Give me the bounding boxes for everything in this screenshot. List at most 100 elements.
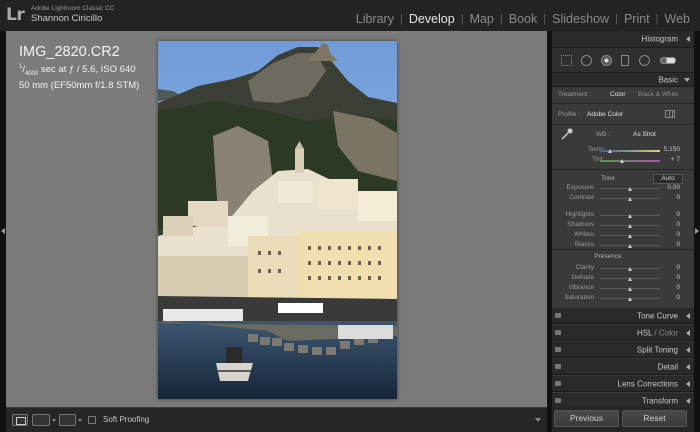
treatment-bw[interactable]: Black & White <box>638 91 678 98</box>
tone-curve-header[interactable]: Tone Curve <box>552 308 694 324</box>
module-map[interactable]: Map <box>464 12 500 26</box>
divider <box>552 169 694 170</box>
divider <box>552 103 694 104</box>
right-panel-toggle-icon[interactable] <box>695 228 699 234</box>
exposure-label: Exposure <box>566 184 594 191</box>
profile-browser-icon[interactable] <box>665 110 675 118</box>
panel-switch-icon[interactable] <box>555 329 561 335</box>
profile-dropdown[interactable]: Adobe Color <box>587 111 623 118</box>
hsl-title: HSL / Color <box>636 328 678 337</box>
red-eye-icon[interactable] <box>601 55 612 66</box>
saturation-slider-thumb[interactable] <box>627 297 632 301</box>
profile-label: Profile : <box>558 111 581 118</box>
vibrance-value[interactable]: 0 <box>676 284 680 291</box>
highlights-value[interactable]: 0 <box>676 211 680 218</box>
compare-menu-chevron-down-icon[interactable] <box>52 419 56 422</box>
panel-switch-icon[interactable] <box>555 380 561 386</box>
graduated-filter-icon[interactable] <box>621 55 629 66</box>
top-bar: Lr Adobe Lightroom Classic CC Shannon Ci… <box>0 0 700 31</box>
adjustment-brush-icon[interactable] <box>660 57 676 64</box>
radial-filter-icon[interactable] <box>639 55 650 66</box>
shadows-value[interactable]: 0 <box>676 221 680 228</box>
soft-proofing-label: Soft Proofing <box>103 415 150 424</box>
whites-slider-thumb[interactable] <box>627 234 632 238</box>
clarity-value[interactable]: 0 <box>676 264 680 271</box>
left-panel-toggle-icon[interactable] <box>1 228 5 234</box>
wb-dropdown[interactable]: As Shot <box>633 131 656 138</box>
panel-switch-icon[interactable] <box>555 312 561 318</box>
collapse-arrow-icon <box>686 380 690 387</box>
image-canvas[interactable]: IMG_2820.CR2 1/4000 sec at ƒ / 5.6, ISO … <box>6 31 547 407</box>
tool-strip <box>552 48 694 73</box>
module-slideshow[interactable]: Slideshow <box>546 12 615 26</box>
dehaze-slider-thumb[interactable] <box>627 277 632 281</box>
shadows-label: Shadows <box>567 221 594 228</box>
module-web[interactable]: Web <box>659 12 696 26</box>
before-after-button[interactable] <box>59 414 76 426</box>
soft-proofing-checkbox[interactable] <box>88 416 96 424</box>
user-name[interactable]: Shannon Ciricillo <box>31 13 102 24</box>
auto-tone-button[interactable]: Auto <box>653 174 683 184</box>
saturation-label: Saturation <box>564 294 594 301</box>
contrast-value[interactable]: 0 <box>676 194 680 201</box>
blacks-value[interactable]: 0 <box>676 241 680 248</box>
exposure-value[interactable]: 0.00 <box>667 184 680 191</box>
before-after-chevron-down-icon[interactable] <box>78 419 82 422</box>
panel-switch-icon[interactable] <box>555 397 561 403</box>
previous-button[interactable]: Previous <box>554 410 619 427</box>
tint-slider[interactable] <box>600 160 660 162</box>
divider <box>552 249 694 250</box>
contrast-slider-thumb[interactable] <box>627 197 632 201</box>
hsl-header[interactable]: HSL / Color <box>552 325 694 341</box>
dehaze-value[interactable]: 0 <box>676 274 680 281</box>
panel-switch-icon[interactable] <box>555 363 561 369</box>
collapse-arrow-icon <box>686 36 690 42</box>
collapse-arrow-icon <box>686 397 690 404</box>
temp-slider-thumb[interactable] <box>608 149 612 153</box>
spot-removal-icon[interactable] <box>581 55 592 66</box>
histogram-header[interactable]: Histogram <box>552 31 694 48</box>
vibrance-slider-thumb[interactable] <box>627 287 632 291</box>
loupe-view-button[interactable] <box>12 414 28 426</box>
reset-button[interactable]: Reset <box>622 410 687 427</box>
histogram-title: Histogram <box>641 34 678 44</box>
highlights-slider-thumb[interactable] <box>627 214 632 218</box>
clarity-label: Clarity <box>575 264 594 271</box>
module-print[interactable]: Print <box>618 12 656 26</box>
collapse-arrow-icon <box>686 346 690 353</box>
toolbar-options-chevron-down-icon[interactable] <box>535 418 541 422</box>
lens-corrections-title: Lens Corrections <box>617 379 678 388</box>
collapse-arrow-icon <box>686 363 690 370</box>
basic-header[interactable]: Basic <box>552 73 694 87</box>
panel-switch-icon[interactable] <box>555 346 561 352</box>
saturation-value[interactable]: 0 <box>676 294 680 301</box>
crop-tool-icon[interactable] <box>561 55 572 66</box>
lens-corrections-header[interactable]: Lens Corrections <box>552 376 694 392</box>
blacks-slider-thumb[interactable] <box>627 244 632 248</box>
temp-value[interactable]: 5,150 <box>664 146 680 153</box>
presence-heading: Presence <box>594 253 622 260</box>
info-exposure: 1/4000 sec at ƒ / 5.6, ISO 640 <box>19 64 136 78</box>
contrast-label: Contrast <box>569 194 594 201</box>
shadows-slider-thumb[interactable] <box>627 224 632 228</box>
split-toning-header[interactable]: Split Toning <box>552 342 694 358</box>
clarity-slider-thumb[interactable] <box>627 267 632 271</box>
treatment-color[interactable]: Color <box>610 91 626 98</box>
module-library[interactable]: Library <box>350 12 400 26</box>
white-balance-eyedropper-icon[interactable] <box>560 127 574 141</box>
whites-label: Whites <box>574 231 594 238</box>
tint-slider-thumb[interactable] <box>620 159 624 163</box>
tint-value[interactable]: + 7 <box>671 156 680 163</box>
bottom-toolbar: Soft Proofing <box>6 407 547 432</box>
compare-view-button[interactable] <box>32 414 50 426</box>
detail-header[interactable]: Detail <box>552 359 694 375</box>
exposure-slider-thumb[interactable] <box>627 187 632 191</box>
blacks-label: Blacks <box>574 241 594 248</box>
photo-preview[interactable] <box>158 41 397 399</box>
tone-curve-title: Tone Curve <box>637 311 678 320</box>
image-info-overlay: IMG_2820.CR2 1/4000 sec at ƒ / 5.6, ISO … <box>19 44 139 92</box>
module-develop[interactable]: Develop <box>403 12 461 26</box>
whites-value[interactable]: 0 <box>676 231 680 238</box>
transform-header[interactable]: Transform <box>552 393 694 407</box>
module-book[interactable]: Book <box>503 12 544 26</box>
